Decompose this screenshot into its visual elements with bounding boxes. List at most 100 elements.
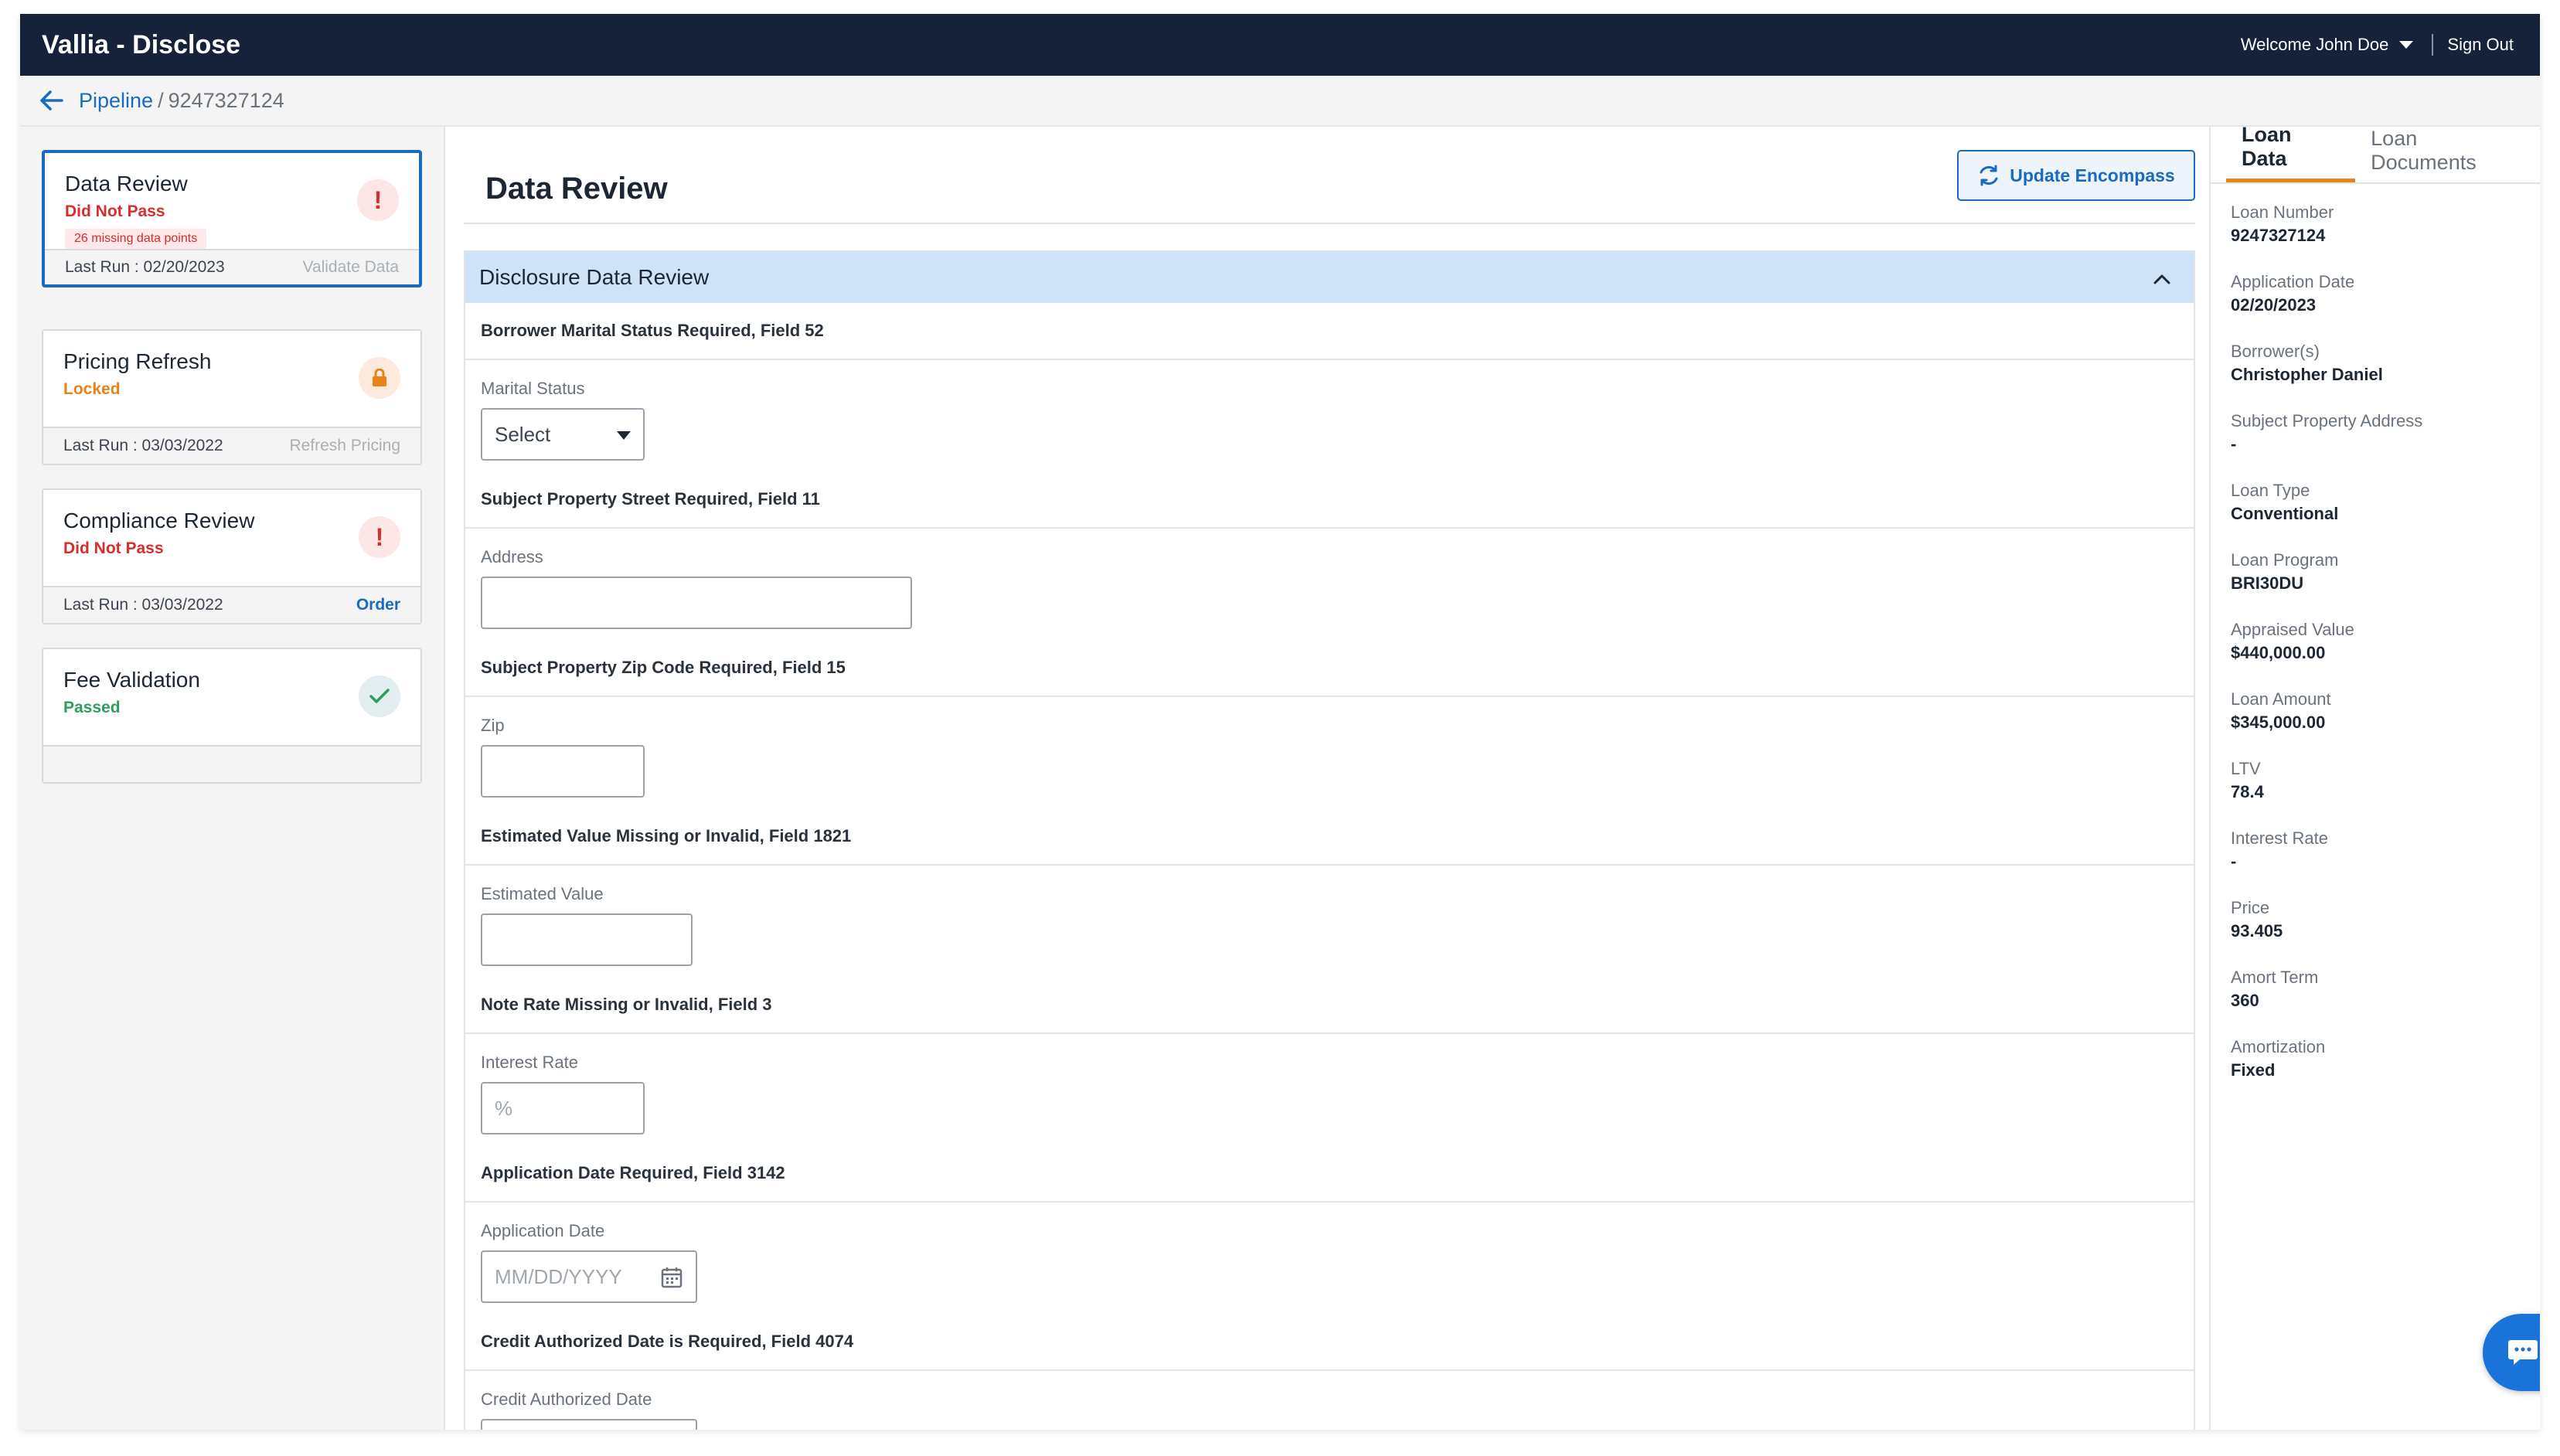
- field-block-credit-authorized-date: Credit Authorized Date: [465, 1371, 2194, 1430]
- field-block-application-date: Application Date MM/DD/YYYY: [465, 1203, 2194, 1314]
- field-value: -: [2231, 852, 2237, 871]
- field-label: Estimated Value: [481, 884, 604, 903]
- list-item: Borrower(s) Christopher Daniel: [2231, 335, 2540, 405]
- field-block-zip: Zip: [465, 697, 2194, 808]
- field-value: -: [2231, 434, 2237, 454]
- field-label: Amortization: [2231, 1037, 2326, 1056]
- list-item: Amortization Fixed: [2231, 1031, 2540, 1101]
- update-encompass-label: Update Encompass: [2010, 165, 2175, 185]
- section-title: Disclosure Data Review: [479, 265, 710, 289]
- loan-data-panel: Loan Data Loan Documents Loan Number 9247…: [2209, 123, 2540, 1430]
- field-block-address: Address: [465, 529, 2194, 640]
- field-value: 360: [2231, 991, 2259, 1010]
- field-group-title: Application Date Required, Field 3142: [465, 1145, 2194, 1203]
- field-label: Price: [2231, 898, 2270, 917]
- refresh-icon: [1980, 165, 1998, 186]
- list-item: Subject Property Address -: [2231, 405, 2540, 475]
- app-window: Vallia - Disclose Welcome John Doe Sign …: [20, 14, 2540, 1430]
- input-placeholder: %: [495, 1096, 513, 1120]
- step-card-compliance-review[interactable]: Compliance Review Did Not Pass ! Last Ru…: [42, 488, 422, 624]
- field-label: Interest Rate: [481, 1053, 578, 1072]
- sign-out-link[interactable]: Sign Out: [2447, 35, 2514, 55]
- list-item: Application Date 02/20/2023: [2231, 266, 2540, 335]
- field-label: Subject Property Address: [2231, 411, 2423, 430]
- field-label: Zip: [481, 716, 505, 735]
- exclamation-icon: !: [359, 516, 400, 558]
- address-input[interactable]: [481, 577, 912, 629]
- last-run-text: Last Run : 03/03/2022: [63, 437, 223, 454]
- list-item: Interest Rate -: [2231, 822, 2540, 892]
- field-value: Conventional: [2231, 504, 2339, 523]
- field-group-title: Borrower Marital Status Required, Field …: [465, 303, 2194, 360]
- back-arrow-icon[interactable]: [40, 88, 65, 113]
- tab-loan-data[interactable]: Loan Data: [2226, 123, 2356, 182]
- field-label: Address: [481, 547, 543, 566]
- field-group-title: Note Rate Missing or Invalid, Field 3: [465, 977, 2194, 1034]
- divider: [2432, 34, 2434, 56]
- field-value: 93.405: [2231, 921, 2283, 941]
- page-title: Data Review: [485, 172, 668, 206]
- breadcrumb: Pipeline / 9247327124: [20, 76, 2540, 127]
- field-block-estimated-value: Estimated Value: [465, 866, 2194, 977]
- refresh-pricing-button[interactable]: Refresh Pricing: [289, 437, 400, 455]
- chevron-down-icon[interactable]: [2399, 41, 2414, 49]
- marital-status-select[interactable]: Select: [481, 408, 645, 461]
- breadcrumb-separator: /: [158, 88, 164, 112]
- list-item: Loan Number 9247327124: [2231, 196, 2540, 266]
- lock-icon: [359, 357, 400, 399]
- tab-bar: Loan Data Loan Documents: [2211, 123, 2540, 184]
- list-item: Loan Amount $345,000.00: [2231, 683, 2540, 753]
- list-item: Price 93.405: [2231, 892, 2540, 961]
- field-value: BRI30DU: [2231, 573, 2304, 593]
- field-value: Fixed: [2231, 1060, 2276, 1080]
- field-group-title: Credit Authorized Date is Required, Fiel…: [465, 1314, 2194, 1371]
- application-date-input[interactable]: MM/DD/YYYY: [481, 1250, 697, 1303]
- calendar-icon[interactable]: [660, 1266, 683, 1294]
- field-group-title: Subject Property Street Required, Field …: [465, 471, 2194, 529]
- main-content: Data Review Update Encompass Disclosure …: [447, 127, 2209, 1430]
- caret-down-icon: [617, 431, 631, 440]
- field-value: 78.4: [2231, 782, 2264, 801]
- field-value: $345,000.00: [2231, 713, 2326, 732]
- field-label: LTV: [2231, 759, 2261, 778]
- field-label: Interest Rate: [2231, 828, 2328, 848]
- zip-input[interactable]: [481, 745, 645, 798]
- check-icon: [359, 675, 400, 717]
- list-item: Appraised Value $440,000.00: [2231, 614, 2540, 683]
- list-item: LTV 78.4: [2231, 753, 2540, 822]
- loan-data-list: Loan Number 9247327124 Application Date 02…: [2211, 196, 2540, 1101]
- divider: [464, 223, 2195, 224]
- credit-authorized-date-input[interactable]: [481, 1419, 697, 1430]
- exclamation-icon: !: [357, 179, 399, 221]
- interest-rate-input[interactable]: %: [481, 1082, 645, 1135]
- step-card-fee-validation[interactable]: Fee Validation Passed: [42, 648, 422, 784]
- field-label: Marital Status: [481, 379, 585, 398]
- welcome-text[interactable]: Welcome John Doe: [2241, 35, 2389, 55]
- missing-data-badge: 26 missing data points: [65, 229, 207, 249]
- user-menu: Welcome John Doe Sign Out: [2241, 34, 2514, 56]
- field-value: Christopher Daniel: [2231, 365, 2383, 384]
- order-button[interactable]: Order: [356, 596, 400, 614]
- field-label: Borrower(s): [2231, 342, 2320, 361]
- field-group-title: Estimated Value Missing or Invalid, Fiel…: [465, 808, 2194, 866]
- tab-loan-documents[interactable]: Loan Documents: [2355, 127, 2540, 182]
- field-label: Loan Program: [2231, 550, 2339, 570]
- field-label: Loan Amount: [2231, 689, 2331, 709]
- field-label: Application Date: [481, 1221, 605, 1240]
- chevron-up-icon[interactable]: [2153, 265, 2170, 290]
- select-value: Select: [495, 422, 551, 446]
- update-encompass-button[interactable]: Update Encompass: [1957, 150, 2195, 201]
- field-value: 9247327124: [2231, 226, 2326, 245]
- step-card-pricing-refresh[interactable]: Pricing Refresh Locked Last Run : 03/03/…: [42, 329, 422, 465]
- field-label: Appraised Value: [2231, 620, 2354, 639]
- last-run-text: Last Run : 03/03/2022: [63, 596, 223, 614]
- estimated-value-input[interactable]: [481, 913, 693, 966]
- last-run-text: Last Run : 02/20/2023: [65, 258, 225, 276]
- section-header[interactable]: Disclosure Data Review: [465, 252, 2194, 303]
- breadcrumb-pipeline-link[interactable]: Pipeline: [79, 89, 153, 113]
- step-card-data-review[interactable]: Data Review Did Not Pass 26 missing data…: [42, 150, 422, 287]
- validate-data-button[interactable]: Validate Data: [302, 258, 399, 277]
- list-item: Loan Program BRI30DU: [2231, 544, 2540, 614]
- field-label: Credit Authorized Date: [481, 1390, 652, 1409]
- top-bar: Vallia - Disclose Welcome John Doe Sign …: [20, 14, 2540, 76]
